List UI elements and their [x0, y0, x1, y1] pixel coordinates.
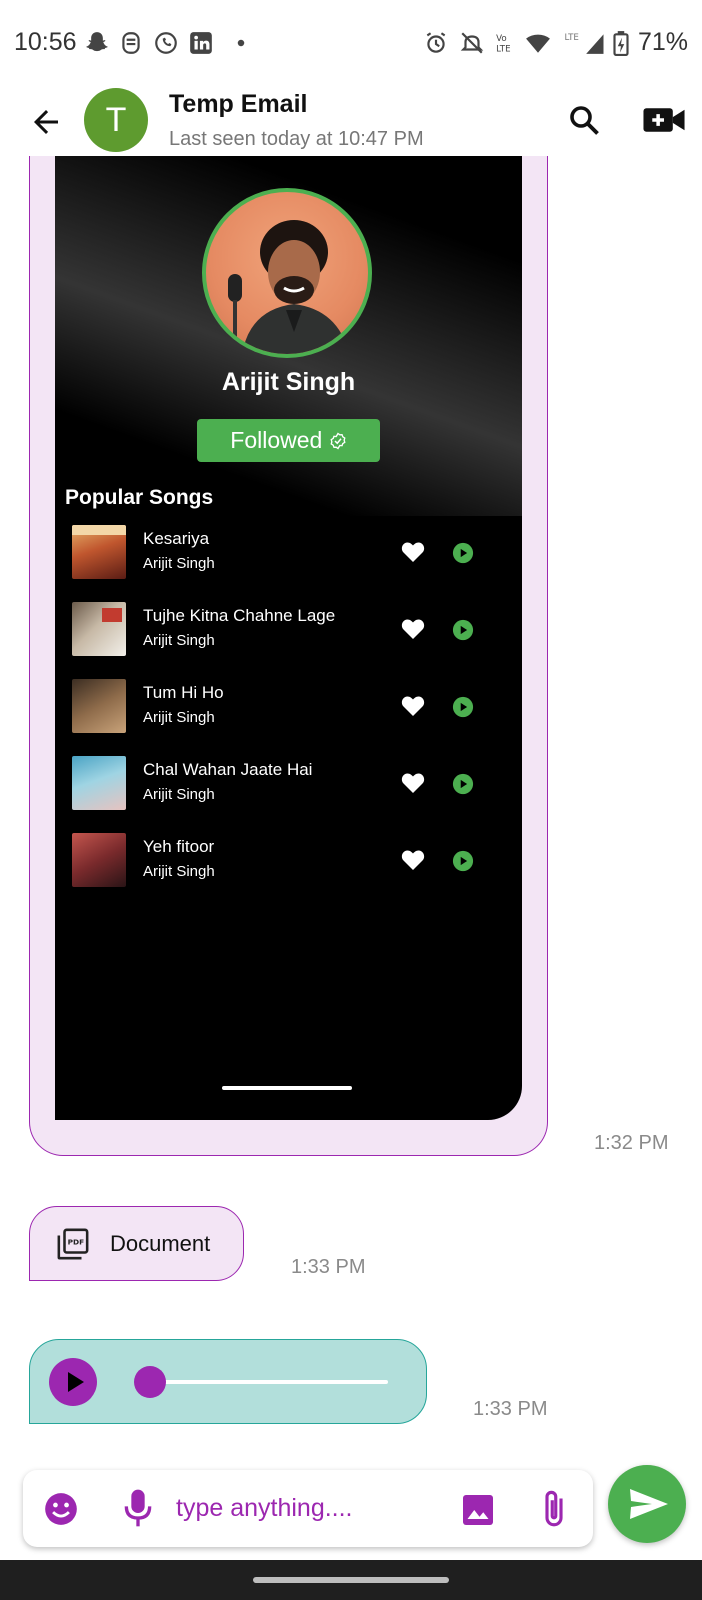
screenshot-home-indicator [222, 1086, 352, 1090]
play-circle-icon[interactable] [452, 850, 474, 872]
svg-text:PDF: PDF [68, 1238, 85, 1247]
heart-icon[interactable] [401, 849, 425, 871]
song-title: Kesariya [143, 529, 210, 548]
search-icon[interactable] [566, 102, 602, 138]
audio-message-bubble[interactable] [29, 1339, 427, 1424]
heart-icon[interactable] [401, 541, 425, 563]
message-timestamp: 1:33 PM [291, 1256, 366, 1278]
song-row[interactable]: Tum Hi Ho Arijit Singh [72, 679, 492, 735]
song-cover-art [72, 756, 126, 810]
emoji-icon[interactable] [42, 1490, 80, 1528]
message-composer [23, 1470, 593, 1547]
artist-photo [202, 188, 372, 358]
artist-name: Arijit Singh [221, 368, 356, 396]
play-icon [68, 1372, 84, 1392]
popular-songs-heading: Popular Songs [65, 486, 214, 509]
linkedin-icon [190, 32, 212, 54]
bell-off-icon [460, 32, 484, 54]
message-input[interactable] [176, 1488, 436, 1528]
battery-charging-icon [613, 31, 629, 56]
song-cover-art [72, 833, 126, 887]
video-call-icon[interactable] [642, 102, 686, 138]
verified-check-icon [330, 432, 346, 450]
contact-name[interactable]: Temp Email [169, 90, 307, 119]
message-timestamp: 1:32 PM [594, 1132, 669, 1154]
song-title: Yeh fitoor [143, 837, 215, 856]
send-button[interactable] [608, 1465, 686, 1543]
play-circle-icon[interactable] [452, 619, 474, 641]
play-circle-icon[interactable] [452, 773, 474, 795]
play-circle-icon[interactable] [452, 542, 474, 564]
system-navigation-bar [0, 1560, 702, 1600]
play-circle-icon[interactable] [452, 696, 474, 718]
followed-label: Followed [230, 427, 323, 453]
attach-icon[interactable] [540, 1488, 568, 1530]
back-arrow-icon[interactable] [28, 104, 64, 140]
pdf-icon: PDF [57, 1228, 89, 1260]
song-title: Tujhe Kitna Chahne Lage [143, 606, 336, 625]
alarm-icon [426, 32, 446, 53]
song-artist: Arijit Singh [143, 709, 215, 726]
home-gesture-pill[interactable] [253, 1577, 449, 1583]
song-artist: Arijit Singh [143, 632, 215, 649]
audio-play-button[interactable] [49, 1358, 97, 1406]
audio-progress-thumb[interactable] [134, 1366, 166, 1398]
status-time: 10:56 [14, 28, 77, 56]
song-title: Tum Hi Ho [143, 683, 224, 702]
last-seen-status: Last seen today at 10:47 PM [169, 128, 424, 150]
svg-text:LTE: LTE [565, 33, 579, 43]
song-row[interactable]: Chal Wahan Jaate Hai Arijit Singh [72, 756, 492, 812]
message-timestamp: 1:33 PM [473, 1398, 548, 1420]
song-cover-art [72, 602, 126, 656]
svg-text:Vo: Vo [496, 34, 507, 44]
song-artist: Arijit Singh [143, 786, 215, 803]
song-artist: Arijit Singh [143, 863, 215, 880]
song-artist: Arijit Singh [143, 555, 215, 572]
followed-button[interactable]: Followed [197, 419, 380, 462]
song-row[interactable]: Kesariya Arijit Singh [72, 525, 492, 581]
song-cover-art [72, 525, 126, 579]
dot-icon [237, 39, 245, 47]
snapchat-icon [86, 32, 108, 52]
chat-header: T Temp Email Last seen today at 10:47 PM [0, 86, 702, 166]
song-title: Chal Wahan Jaate Hai [143, 760, 313, 779]
document-message-bubble[interactable]: PDF Document [29, 1206, 244, 1281]
shared-screenshot[interactable]: Arijit Singh Followed Popular Songs Kesa… [55, 156, 522, 1120]
heart-icon[interactable] [401, 618, 425, 640]
contact-avatar[interactable]: T [84, 88, 148, 152]
song-row[interactable]: Tujhe Kitna Chahne Lage Arijit Singh [72, 602, 492, 658]
chat-area[interactable]: Arijit Singh Followed Popular Songs Kesa… [0, 156, 702, 1466]
microphone-icon[interactable] [123, 1488, 153, 1528]
lte-signal-icon: LTE [565, 33, 604, 54]
document-label: Document [110, 1231, 211, 1256]
wifi-icon [526, 34, 550, 53]
notification-icon [122, 32, 140, 54]
send-icon [630, 1489, 668, 1519]
image-icon[interactable] [460, 1492, 496, 1528]
svg-text:LTE: LTE [496, 45, 510, 55]
status-bar: 10:56 Vo LTE LTE 71% [0, 0, 702, 86]
image-message-bubble[interactable]: Arijit Singh Followed Popular Songs Kesa… [29, 156, 548, 1156]
song-row[interactable]: Yeh fitoor Arijit Singh [72, 833, 492, 889]
whatsapp-icon [155, 32, 177, 54]
heart-icon[interactable] [401, 695, 425, 717]
volte-icon: VoLTE [496, 34, 510, 55]
heart-icon[interactable] [401, 772, 425, 794]
song-cover-art [72, 679, 126, 733]
audio-progress-track[interactable] [152, 1380, 388, 1384]
battery-percent: 71% [637, 28, 688, 56]
